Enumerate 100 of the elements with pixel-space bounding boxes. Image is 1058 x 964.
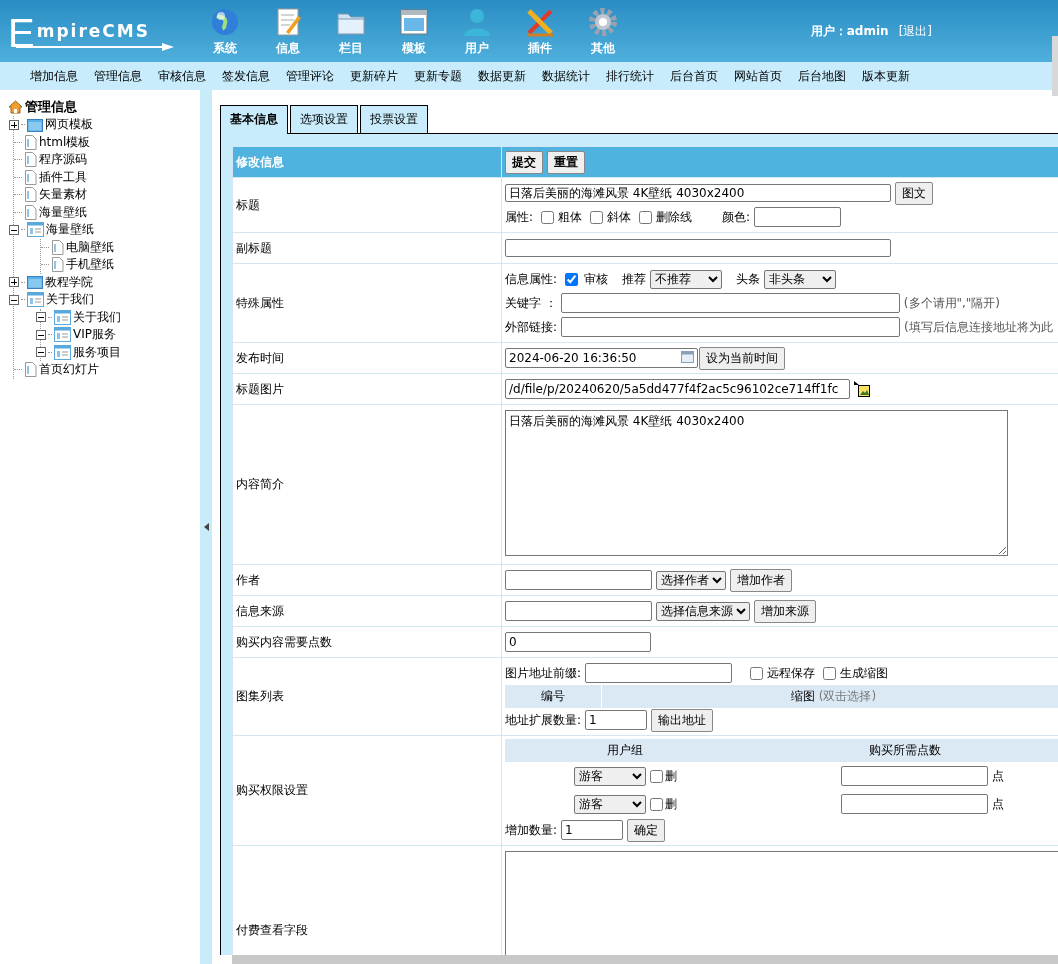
checkbox[interactable] [750, 666, 764, 680]
calendar-icon[interactable] [681, 351, 694, 363]
tree-item[interactable]: 服务项目 [73, 343, 121, 361]
title-image-field[interactable]: /d/file/p/20240620/5a5dd477f4f2ac5c96102ce714ff1fc [505, 379, 850, 399]
prefix-field[interactable] [585, 663, 733, 683]
menu-link[interactable]: 排行统计 [598, 67, 662, 85]
field-label: 图集列表 [236, 689, 284, 703]
checkbox[interactable] [649, 769, 663, 783]
tree-item[interactable]: 电脑壁纸 [66, 238, 114, 256]
user-group-select[interactable]: 游客 [573, 766, 646, 786]
add-button[interactable]: 增加来源 [754, 599, 816, 623]
checkbox[interactable] [639, 210, 653, 224]
tree-item[interactable]: VIP服务 [73, 326, 116, 344]
add-count-label: 增加数量: [505, 821, 558, 839]
collapse-toggle[interactable] [36, 329, 46, 340]
collapse-toggle[interactable] [36, 312, 46, 323]
text-field[interactable] [505, 601, 652, 621]
collapse-toggle[interactable] [36, 347, 46, 358]
menu-link[interactable]: 版本更新 [854, 67, 918, 85]
tree-item[interactable]: 关于我们 [46, 291, 94, 309]
tree-item[interactable]: 矢量素材 [39, 186, 87, 204]
menu-link[interactable]: 数据更新 [470, 67, 534, 85]
checkbox[interactable] [590, 210, 604, 224]
collapse-toggle[interactable] [9, 224, 19, 235]
menu-link[interactable]: 管理评论 [278, 67, 342, 85]
output-address-button[interactable]: 输出地址 [651, 708, 714, 732]
checkbox[interactable] [649, 797, 663, 811]
page-icon [51, 239, 64, 255]
points-field[interactable]: 0 [505, 632, 651, 652]
checkbox[interactable] [541, 210, 555, 224]
checkbox[interactable] [823, 666, 837, 680]
set-current-time-button[interactable]: 设为当前时间 [699, 346, 785, 370]
color-field[interactable] [754, 207, 842, 227]
form-button[interactable]: 提交 [505, 150, 543, 174]
tree-item[interactable]: 教程学院 [45, 273, 93, 291]
headline-select[interactable]: 非头条 [764, 269, 837, 289]
collapse-arrow-icon[interactable] [203, 523, 209, 531]
column-header: 购买所需点数 [745, 739, 1058, 762]
menu-link[interactable]: 更新碎片 [342, 67, 406, 85]
recommend-select[interactable]: 不推荐 [650, 269, 723, 289]
column-header: 缩图 (双击选择) [601, 685, 1058, 708]
headline-label: 头条 [736, 270, 761, 288]
title-field[interactable]: 日落后美丽的海滩风景 4K壁纸 4030x2400 [505, 184, 891, 202]
menu-link[interactable]: 签发信息 [214, 67, 278, 85]
form-button[interactable]: 重置 [547, 150, 585, 174]
menu-link[interactable]: 网站首页 [726, 67, 790, 85]
tree-item[interactable]: 插件工具 [39, 168, 87, 186]
image-icon[interactable] [854, 381, 870, 397]
menu-link[interactable]: 管理信息 [86, 67, 150, 85]
page-icon [24, 187, 37, 203]
unit-label: 点 [992, 767, 1004, 785]
menu-link[interactable]: 更新专题 [406, 67, 470, 85]
tab[interactable]: 基本信息 [220, 105, 288, 134]
menu-link[interactable]: 增加信息 [22, 67, 86, 85]
confirm-button[interactable]: 确定 [627, 818, 666, 842]
expand-toggle[interactable] [9, 119, 19, 130]
points-field[interactable] [841, 766, 988, 786]
external-link-label: 外部链接: [505, 318, 558, 336]
count-field[interactable]: 1 [585, 710, 648, 730]
points-field[interactable] [841, 794, 988, 814]
keyword-field[interactable] [560, 293, 900, 313]
text-field[interactable] [505, 570, 652, 590]
page-icon [24, 134, 37, 150]
tree-item[interactable]: html模板 [39, 133, 91, 151]
external-link-hint: (填写后信息连接地址将为此 [904, 318, 1053, 336]
subtitle-field[interactable] [505, 239, 891, 257]
expand-toggle[interactable] [9, 277, 19, 288]
image-text-button[interactable]: 图文 [895, 181, 933, 205]
add-button[interactable]: 增加作者 [730, 568, 792, 592]
column-header: 用户组 [505, 739, 745, 762]
tree-item[interactable]: 程序源码 [39, 151, 87, 169]
user-group-select[interactable]: 游客 [573, 794, 646, 814]
tree-item[interactable]: 关于我们 [73, 308, 121, 326]
external-link-field[interactable] [561, 317, 901, 337]
menu-link[interactable]: 数据统计 [534, 67, 598, 85]
dropdown[interactable]: 选择信息来源 [656, 601, 750, 621]
tree-item[interactable]: 海量壁纸 [39, 203, 87, 221]
summary-textarea[interactable]: 日落后美丽的海滩风景 4K壁纸 4030x2400 [505, 410, 1008, 556]
list-icon [54, 344, 71, 360]
tree-item[interactable]: 首页幻灯片 [39, 361, 99, 379]
menu-link[interactable]: 后台首页 [662, 67, 726, 85]
collapse-toggle[interactable] [9, 294, 19, 305]
tree-item[interactable]: 海量壁纸 [46, 221, 94, 239]
menu-link[interactable]: 审核信息 [150, 67, 214, 85]
date-time-field[interactable]: 2024-06-20 16:36:50 [505, 348, 698, 368]
folder-icon [27, 275, 43, 290]
field-label: 标题图片 [236, 381, 284, 396]
checkbox[interactable] [565, 272, 579, 286]
count-field[interactable]: 1 [561, 820, 624, 840]
dropdown[interactable]: 选择作者 [656, 570, 726, 590]
page-icon [51, 257, 64, 273]
checkbox-label: 删 [664, 767, 677, 785]
field-label: 标题 [236, 197, 260, 212]
tab[interactable]: 选项设置 [290, 105, 358, 133]
tree-item[interactable]: 手机壁纸 [66, 256, 114, 274]
menu-link[interactable]: 后台地图 [790, 67, 854, 85]
tab[interactable]: 投票设置 [360, 105, 428, 133]
vertical-scrollbar[interactable] [1052, 36, 1058, 96]
horizontal-scrollbar[interactable] [232, 955, 1058, 964]
tree-item[interactable]: 网页模板 [45, 116, 93, 134]
